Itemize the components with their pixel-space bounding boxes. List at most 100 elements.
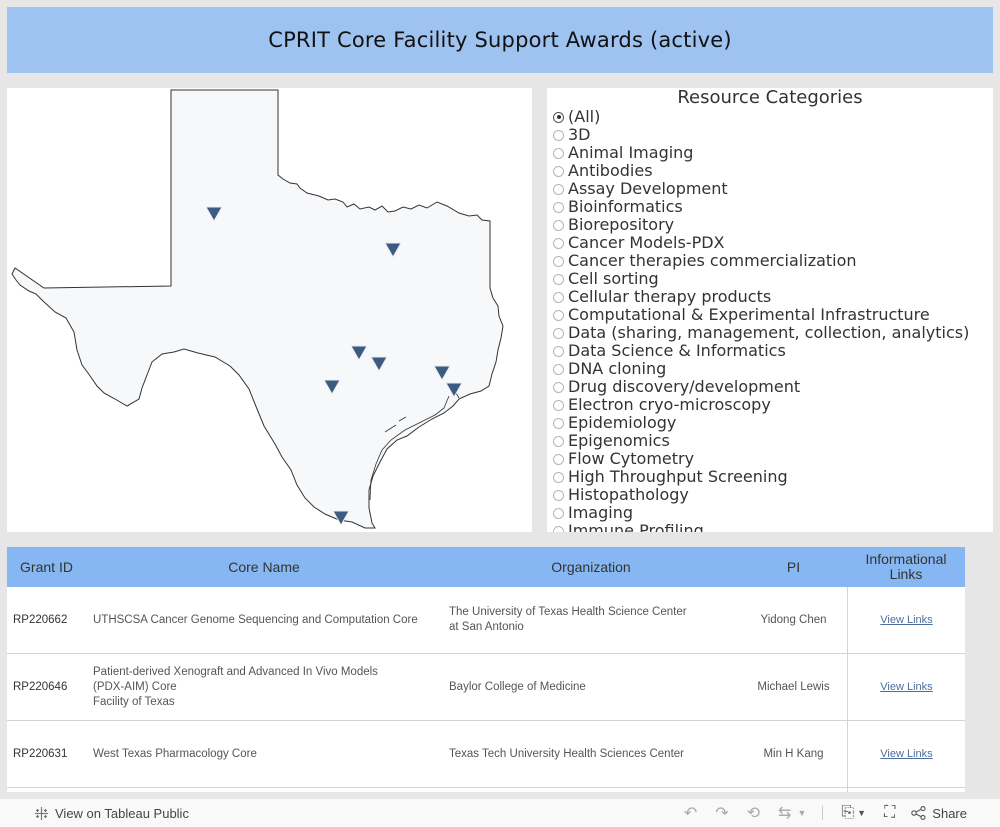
filter-option[interactable]: Cell sorting — [553, 270, 993, 288]
filter-option-label: 3D — [568, 125, 591, 144]
table-body: RP220662 UTHSCSA Cancer Genome Sequencing… — [7, 587, 965, 792]
resource-categories-filter: Resource Categories (All) 3D Animal Imagin… — [547, 88, 993, 532]
organization-cell: The University of Texas Health Science C… — [449, 606, 687, 633]
map-canvas[interactable] — [7, 88, 532, 532]
filter-option[interactable]: Antibodies — [553, 162, 993, 180]
fullscreen-button[interactable]: ⛶ — [884, 804, 895, 822]
filter-option[interactable]: 3D — [553, 126, 993, 144]
filter-option-label: Imaging — [568, 503, 634, 522]
filter-option[interactable]: Data (sharing, management, collection, a… — [553, 324, 993, 342]
view-links-link[interactable]: View Links — [880, 613, 932, 628]
header-informational-links[interactable]: Informational Links — [847, 552, 965, 582]
filter-option[interactable]: Electron cryo-microscopy — [553, 396, 993, 414]
filter-option[interactable]: Immune Profiling — [553, 522, 993, 532]
filter-option[interactable]: Histopathology — [553, 486, 993, 504]
filter-option-label: Electron cryo-microscopy — [568, 395, 771, 414]
radio-button[interactable] — [553, 417, 564, 429]
filter-option[interactable]: Animal Imaging — [553, 144, 993, 162]
radio-button[interactable] — [553, 237, 564, 249]
filter-option[interactable]: Cancer therapies commercialization — [553, 252, 993, 270]
dashboard-title-bar: CPRIT Core Facility Support Awards (acti… — [7, 7, 993, 73]
tableau-toolbar: View on Tableau Public ↶ ↷ ⟲ ⇆ ▼ ⎘ ▼ ⛶ Sha… — [0, 799, 1000, 827]
redo-button[interactable]: ↷ — [715, 803, 728, 823]
radio-button[interactable] — [553, 165, 564, 177]
revert-button[interactable]: ⟲ — [747, 803, 760, 823]
radio-button[interactable] — [553, 183, 564, 195]
filter-option[interactable]: (All) — [553, 108, 993, 126]
filter-option-label: Cell sorting — [568, 269, 659, 288]
radio-button[interactable] — [553, 399, 564, 411]
radio-button[interactable] — [553, 489, 564, 501]
header-pi[interactable]: PI — [740, 559, 847, 575]
table-row[interactable]: RP220662 UTHSCSA Cancer Genome Sequencing… — [7, 587, 965, 654]
fullscreen-icon: ⛶ — [884, 804, 896, 821]
download-icon: ⎘ — [841, 804, 855, 821]
filter-option[interactable]: Computational & Experimental Infrastruct… — [553, 306, 993, 324]
filter-option[interactable]: Imaging — [553, 504, 993, 522]
filter-option[interactable]: High Throughput Screening — [553, 468, 993, 486]
filter-option[interactable]: DNA cloning — [553, 360, 993, 378]
table-row[interactable]: RP220646 Patient-derived Xenograft and Ad… — [7, 654, 965, 721]
filter-option[interactable]: Data Science & Informatics — [553, 342, 993, 360]
filter-title: Resource Categories — [677, 88, 863, 108]
view-links-link[interactable]: View Links — [880, 680, 932, 695]
dashboard-title: CPRIT Core Facility Support Awards (acti… — [268, 28, 732, 52]
radio-button[interactable] — [553, 129, 564, 141]
filter-option[interactable]: Flow Cytometry — [553, 450, 993, 468]
radio-button[interactable] — [553, 201, 564, 213]
filter-option[interactable]: Bioinformatics — [553, 198, 993, 216]
view-on-tableau-public-link[interactable]: View on Tableau Public — [34, 806, 189, 821]
header-informational-links-label: Informational Links — [865, 551, 947, 582]
filter-option-label: Data (sharing, management, collection, a… — [568, 323, 970, 342]
table-row[interactable]: RP220631 West Texas Pharmacology Core Texa… — [7, 721, 965, 788]
filter-option-label: Antibodies — [568, 161, 653, 180]
filter-option-label: High Throughput Screening — [568, 467, 788, 486]
filter-option[interactable]: Drug discovery/development — [553, 378, 993, 396]
radio-button[interactable] — [553, 435, 564, 447]
filter-option[interactable]: Epidemiology — [553, 414, 993, 432]
download-button[interactable]: ⎘ ▼ — [841, 804, 866, 822]
grant-id-cell: RP220662 — [13, 613, 68, 626]
links-cell — [847, 788, 965, 792]
radio-button[interactable] — [553, 507, 564, 519]
filter-option-label: (All) — [568, 107, 601, 126]
radio-button[interactable] — [553, 111, 564, 123]
share-button[interactable]: Share — [911, 806, 967, 821]
radio-button[interactable] — [553, 291, 564, 303]
texas-outline — [11, 89, 504, 529]
organization-cell: Baylor College of Medicine — [449, 680, 586, 693]
filter-option-label: Data Science & Informatics — [568, 341, 786, 360]
filter-option[interactable]: Cellular therapy products — [553, 288, 993, 306]
pi-cell: Yidong Chen — [760, 613, 827, 626]
core-name-cell: Patient-derived Xenograft and Advanced I… — [93, 665, 378, 708]
header-core-name[interactable]: Core Name — [86, 559, 442, 575]
radio-button[interactable] — [553, 219, 564, 231]
radio-button[interactable] — [553, 147, 564, 159]
filter-option-label: Assay Development — [568, 179, 728, 198]
radio-button[interactable] — [553, 255, 564, 267]
radio-button[interactable] — [553, 363, 564, 375]
filter-options-list: (All) 3D Animal Imaging Antibodies Assay Dev… — [547, 108, 993, 532]
radio-button[interactable] — [553, 453, 564, 465]
radio-button[interactable] — [553, 471, 564, 483]
radio-button[interactable] — [553, 273, 564, 285]
filter-option[interactable]: Cancer Models-PDX — [553, 234, 993, 252]
undo-button[interactable]: ↶ — [684, 803, 697, 823]
radio-button[interactable] — [553, 381, 564, 393]
filter-option-label: Animal Imaging — [568, 143, 694, 162]
filter-option[interactable]: Assay Development — [553, 180, 993, 198]
share-label: Share — [932, 805, 967, 821]
filter-option[interactable]: Biorepository — [553, 216, 993, 234]
radio-button[interactable] — [553, 345, 564, 357]
header-grant-id[interactable]: Grant ID — [7, 559, 86, 575]
filter-option[interactable]: Epigenomics — [553, 432, 993, 450]
filter-option-label: DNA cloning — [568, 359, 667, 378]
refresh-button[interactable]: ⇆ ▼ — [778, 803, 806, 823]
radio-button[interactable] — [553, 327, 564, 339]
redo-icon: ↷ — [715, 805, 729, 822]
radio-button[interactable] — [553, 525, 564, 532]
view-links-link[interactable]: View Links — [880, 747, 932, 762]
header-organization[interactable]: Organization — [442, 559, 740, 575]
texas-map[interactable] — [7, 88, 532, 532]
radio-button[interactable] — [553, 309, 564, 321]
